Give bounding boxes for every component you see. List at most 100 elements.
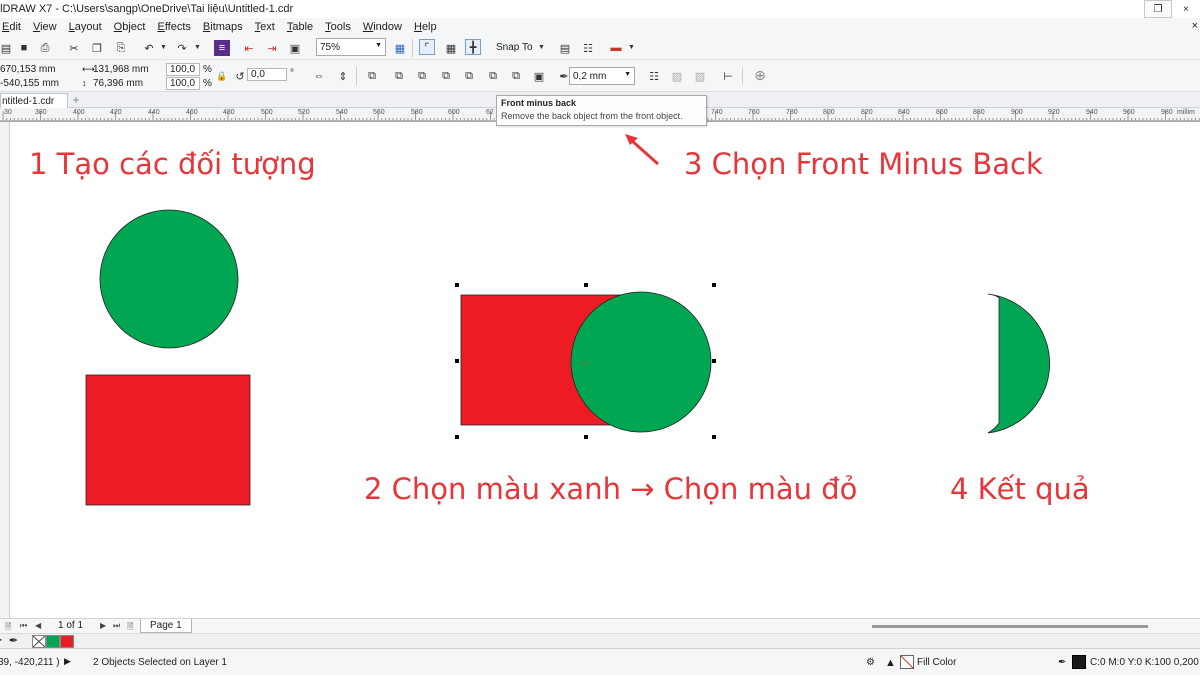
menu-text[interactable]: Text xyxy=(249,21,281,33)
menu-effects[interactable]: Effects xyxy=(151,21,196,33)
export-icon[interactable]: ⇥ xyxy=(264,40,280,56)
red-swatch[interactable] xyxy=(60,635,74,648)
full-screen-preview-icon[interactable]: ▦ xyxy=(392,40,408,56)
break-apart-icon[interactable]: ☷ xyxy=(646,68,662,84)
rotation-value: 0,0 xyxy=(251,69,265,80)
lock-ratio-icon[interactable]: 🔒 xyxy=(214,68,230,84)
back-minus-front-icon[interactable]: ⧉ xyxy=(508,68,524,84)
mirror-horizontal-icon[interactable]: ⇔ xyxy=(311,68,327,84)
mirror-vertical-icon[interactable]: ⇕ xyxy=(335,68,351,84)
green-circle-selected[interactable] xyxy=(570,291,712,433)
save-icon[interactable]: ■ xyxy=(16,40,32,56)
palette-menu-icon[interactable]: ▸ xyxy=(0,635,2,644)
scale-x-field[interactable]: 100,0 xyxy=(166,63,200,76)
next-page-icon[interactable]: ▶ xyxy=(100,621,106,630)
application-launcher-icon[interactable]: ▬ xyxy=(608,40,624,56)
search-content-icon[interactable]: ≡ xyxy=(214,40,230,56)
cut-icon[interactable]: ✂ xyxy=(66,40,82,56)
weld-icon[interactable]: ⧉ xyxy=(391,68,407,84)
green-swatch[interactable] xyxy=(46,635,60,648)
outline-pen-status-icon[interactable]: ✒ xyxy=(1058,657,1066,668)
undo-dropdown-icon[interactable]: ▼ xyxy=(160,44,167,51)
step2-annotation: 2 Chọn màu xanh → Chọn màu đỏ xyxy=(364,472,858,506)
copy-icon[interactable]: ❐ xyxy=(89,40,105,56)
menu-view[interactable]: View xyxy=(27,21,63,33)
snap-to-button[interactable]: Snap To xyxy=(496,42,533,53)
show-grid-icon[interactable]: ▦ xyxy=(443,40,459,56)
menu-help[interactable]: Help xyxy=(408,21,443,33)
status-bar: 39, -420,211 ) ▶ 2 Objects Selected on L… xyxy=(0,648,1200,675)
outline-color-swatch xyxy=(1072,655,1086,669)
ruler-label: 500 xyxy=(261,109,273,116)
menu-tools[interactable]: Tools xyxy=(319,21,357,33)
drawing-artwork[interactable]: × xyxy=(11,122,1200,618)
open-icon[interactable]: ▤ xyxy=(0,40,14,56)
menu-bitmaps[interactable]: Bitmaps xyxy=(197,21,249,33)
trim-icon[interactable]: ⧉ xyxy=(414,68,430,84)
rotation-field[interactable]: 0,0 xyxy=(247,68,287,81)
ungroup-icon[interactable]: ▧ xyxy=(692,68,708,84)
document-close-icon[interactable]: × xyxy=(1192,20,1198,32)
document-palette: ▸ ✒ xyxy=(0,633,1200,648)
snap-to-dropdown-icon[interactable]: ▼ xyxy=(538,44,545,51)
menu-object[interactable]: Object xyxy=(108,21,152,33)
eyedropper-icon[interactable]: ✒ xyxy=(9,634,18,647)
outline-width-dropdown-icon: ▼ xyxy=(624,71,631,78)
intersect-icon[interactable]: ⧉ xyxy=(438,68,454,84)
x-position-value[interactable]: 670,153 mm xyxy=(0,64,56,75)
welcome-screen-icon[interactable]: ▤ xyxy=(557,40,573,56)
show-rulers-icon[interactable]: ⌜ xyxy=(419,39,435,55)
previous-page-icon[interactable]: ◀ xyxy=(35,621,41,630)
red-square-object[interactable] xyxy=(85,374,251,506)
create-boundary-icon[interactable]: ▣ xyxy=(531,68,547,84)
add-toolbar-icon[interactable]: ⊕ xyxy=(752,67,768,83)
status-menu-icon[interactable]: ▶ xyxy=(64,656,71,667)
drawing-canvas[interactable]: × 1 Tạo các đối tượng 3 Chọn Front Minus… xyxy=(11,122,1200,618)
group-icon[interactable]: ▧ xyxy=(669,68,685,84)
height-value[interactable]: 76,396 mm xyxy=(93,78,143,89)
fill-bucket-icon[interactable]: ▲ xyxy=(885,657,896,669)
front-minus-back-icon[interactable]: ⧉ xyxy=(485,68,501,84)
paste-icon[interactable]: ⎘ xyxy=(113,40,129,56)
publish-pdf-icon[interactable]: ▣ xyxy=(287,40,303,56)
redo-dropdown-icon[interactable]: ▼ xyxy=(194,44,201,51)
y-position-value[interactable]: -540,155 mm xyxy=(0,78,59,89)
print-icon[interactable]: ⎙ xyxy=(37,40,53,56)
green-circle-object[interactable] xyxy=(99,209,239,349)
menu-edit[interactable]: Edit xyxy=(0,21,27,33)
ruler-label: 820 xyxy=(861,109,873,116)
vertical-ruler[interactable] xyxy=(0,122,10,618)
result-shape[interactable] xyxy=(987,293,1051,434)
simplify-icon[interactable]: ⧉ xyxy=(461,68,477,84)
undo-icon[interactable]: ↶ xyxy=(141,40,157,56)
ruler-label: 540 xyxy=(336,109,348,116)
redo-icon[interactable]: ↷ xyxy=(174,40,190,56)
menu-layout[interactable]: Layout xyxy=(63,21,108,33)
options-icon[interactable]: ☷ xyxy=(580,40,596,56)
scale-y-field[interactable]: 100,0 xyxy=(166,77,200,90)
horizontal-scrollbar[interactable] xyxy=(872,625,1148,628)
width-value[interactable]: 131,968 mm xyxy=(93,64,149,75)
first-page-icon[interactable]: ⏮ xyxy=(20,621,27,631)
ruler-label: 740 xyxy=(711,109,723,116)
new-tab-icon[interactable]: + xyxy=(70,94,82,106)
no-color-x xyxy=(33,636,45,647)
import-icon[interactable]: ⇤ xyxy=(241,40,257,56)
align-distribute-icon[interactable]: ⊢ xyxy=(720,68,736,84)
zoom-level-select[interactable]: 75% ▼ xyxy=(316,38,386,56)
no-color-swatch[interactable] xyxy=(32,635,46,648)
outline-width-select[interactable]: 0,2 mm ▼ xyxy=(569,67,635,85)
menu-window[interactable]: Window xyxy=(357,21,408,33)
last-page-icon[interactable]: ⏭ xyxy=(113,621,120,631)
menu-table[interactable]: Table xyxy=(281,21,319,33)
show-guidelines-icon[interactable]: ╋ xyxy=(465,39,481,55)
object-properties-icon[interactable]: ⚙ xyxy=(866,657,875,668)
page-tab[interactable]: Page 1 xyxy=(140,619,192,633)
launcher-dropdown-icon[interactable]: ▼ xyxy=(628,44,635,51)
close-button[interactable]: × xyxy=(1172,0,1200,18)
combine-icon[interactable]: ⧉ xyxy=(364,68,380,84)
document-tab[interactable]: ntitled-1.cdr xyxy=(0,93,68,108)
scale-x-value: 100,0 xyxy=(170,64,196,75)
restore-button[interactable]: ❐ xyxy=(1144,0,1172,18)
selection-info: 2 Objects Selected on Layer 1 xyxy=(93,657,227,668)
